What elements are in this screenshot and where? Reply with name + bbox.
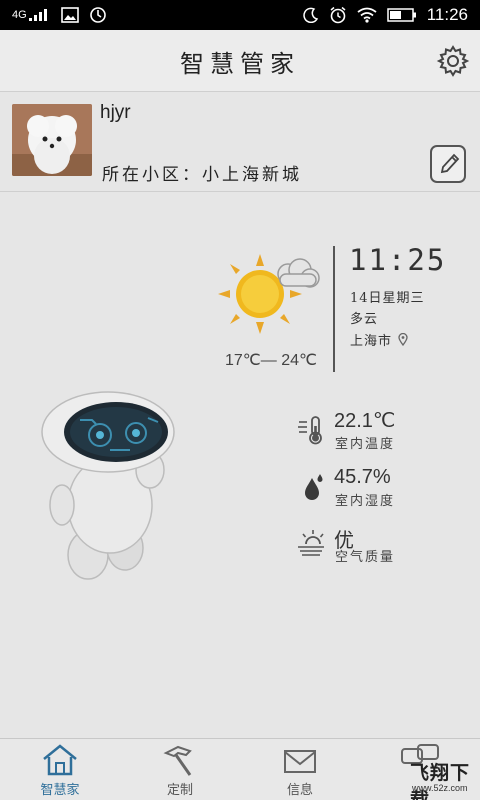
signal-icon: [28, 9, 47, 21]
indoor-humidity-value: 45.7%: [334, 466, 391, 488]
robot-mascot: [30, 380, 180, 585]
weather-location[interactable]: 上海市: [350, 330, 408, 349]
edit-profile-button[interactable]: [430, 145, 466, 183]
humidity-drop-icon: [305, 474, 323, 500]
weather-time: 11:25: [349, 243, 447, 277]
temperature-range: 17℃— 24℃: [225, 352, 317, 369]
air-quality-icon: [298, 530, 324, 556]
wifi-icon: [357, 7, 377, 23]
weather-condition: 多云: [350, 312, 379, 327]
alarm-icon: [330, 6, 346, 24]
divider: [333, 246, 335, 372]
indoor-humidity-label: 室内湿度: [335, 494, 396, 509]
indoor-temperature-label: 室内温度: [335, 437, 396, 452]
moon-icon: [303, 7, 318, 23]
community-label: 所在小区：: [102, 165, 202, 185]
avatar[interactable]: [12, 104, 92, 176]
status-right: 11:26: [303, 5, 468, 25]
nav-item-home[interactable]: 智慧家: [0, 739, 120, 800]
partly-cloudy-icon: [218, 252, 322, 336]
profile-section: hjyr 所在小区：小上海新城: [0, 92, 480, 192]
signal-indicator: 4G: [12, 9, 51, 21]
gear-icon: [436, 45, 470, 77]
status-bar: 4G 11:26: [0, 0, 480, 30]
house-icon: [43, 744, 77, 776]
status-left: 4G: [12, 6, 107, 24]
battery-icon: [386, 8, 416, 22]
nav-label: 信息: [286, 783, 313, 798]
nav-item-customize[interactable]: 定制: [120, 739, 240, 800]
nav-label: 智慧家: [40, 783, 80, 798]
nav-label: 定制: [166, 783, 193, 798]
sync-notification-icon: [89, 7, 106, 23]
status-time: 11:26: [426, 5, 468, 24]
air-quality-label: 空气质量: [335, 550, 396, 565]
app-header: 智慧管家: [0, 30, 480, 92]
thermometer-icon: [298, 416, 322, 445]
dog-avatar-image: [12, 104, 92, 176]
indoor-temperature-value: 22.1℃: [334, 410, 396, 432]
username: hjyr: [100, 102, 131, 123]
nav-item-messages[interactable]: 信息: [240, 739, 360, 800]
pencil-icon: [440, 153, 460, 174]
watermark-url: www.52z.com: [412, 783, 468, 793]
mail-icon: [284, 750, 316, 773]
page-title: 智慧管家: [180, 49, 300, 78]
community-info: 所在小区：小上海新城: [102, 160, 302, 185]
community-name: 小上海新城: [202, 165, 302, 185]
weather-date: 14日星期三: [350, 291, 425, 306]
watermark-text: 飞翔下载: [410, 762, 471, 800]
watermark: 飞翔下载 www.52z.com: [400, 758, 476, 800]
network-type: 4G: [12, 9, 27, 21]
image-notification-icon: [60, 7, 79, 23]
settings-button[interactable]: [436, 44, 470, 78]
city-name: 上海市: [350, 334, 393, 349]
location-pin-icon: [398, 333, 408, 346]
hammer-icon: [163, 745, 192, 776]
